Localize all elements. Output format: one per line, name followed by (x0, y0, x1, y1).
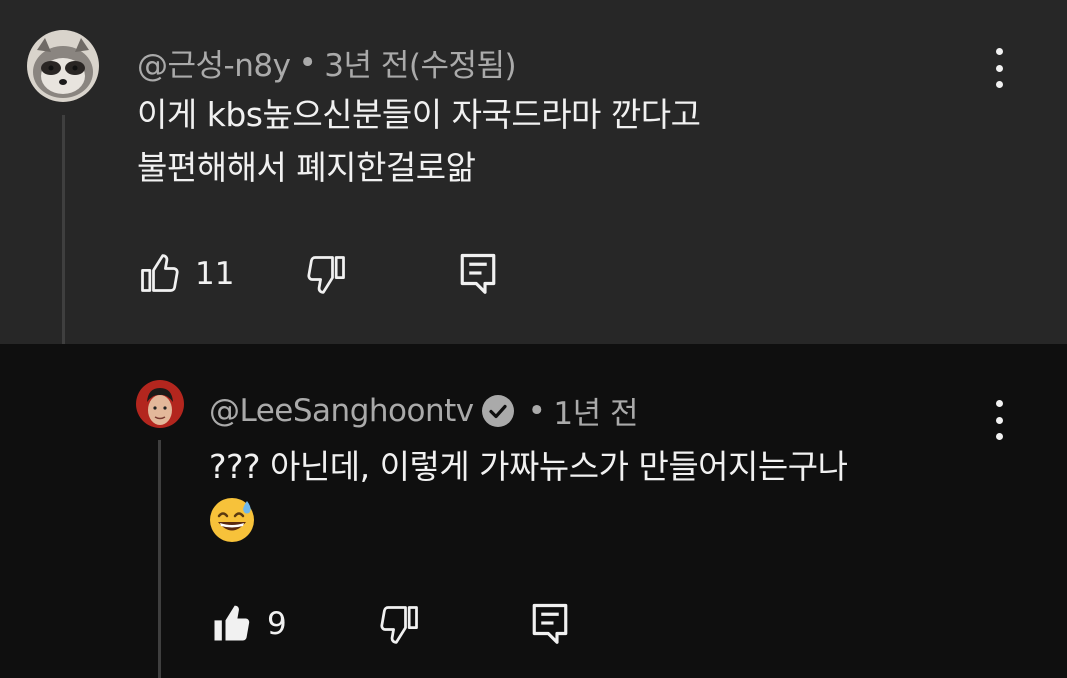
comment-text: 이게 kbs높으신분들이 자국드라마 깐다고 불편해해서 폐지한걸로앎 (137, 88, 701, 194)
reply-more-icon[interactable] (989, 400, 1009, 440)
reply-reply-button[interactable] (529, 600, 571, 646)
comment-meta: @근성-n8y • 3년 전(수정됨) (137, 40, 517, 85)
reply-author[interactable]: @LeeSanghoontv (209, 393, 474, 429)
reply-time: 1년 전 (553, 396, 639, 432)
comment-time: 3년 전(수정됨) (324, 48, 517, 84)
sweat-smile-emoji (209, 497, 847, 558)
reply-like-button[interactable]: 9 (209, 602, 287, 646)
reply-meta: @LeeSanghoontv • 1년 전 (209, 388, 639, 433)
dislike-button[interactable] (305, 252, 349, 296)
reply-icon (460, 253, 496, 294)
thumbs-down-outline-icon (380, 606, 418, 644)
meta-separator: • (298, 44, 317, 81)
thumbs-up-filled-icon (214, 605, 250, 641)
reply-icon (532, 603, 568, 644)
thumbs-down-outline-icon (307, 256, 345, 294)
comment-avatar[interactable] (27, 30, 99, 102)
comment-more-icon[interactable] (989, 48, 1009, 88)
reply-dislike-button[interactable] (378, 602, 422, 646)
verified-check-icon (481, 394, 514, 427)
comment-line: 불편해해서 폐지한걸로앎 (137, 148, 476, 187)
reply-text: ??? 아닌데, 이렇게 가짜뉴스가 만들어지는구나 (209, 440, 848, 558)
thread-line (62, 115, 65, 344)
creator-avatar-icon (136, 380, 184, 428)
reply-thread-line (158, 440, 161, 678)
reply-like-count: 9 (267, 606, 287, 642)
reply-button[interactable] (457, 250, 499, 296)
comment-line: 이게 kbs높으신분들이 자국드라마 깐다고 (137, 95, 701, 134)
meta-separator: • (527, 392, 546, 429)
comment-author[interactable]: @근성-n8y (137, 40, 291, 85)
reply-comment: @LeeSanghoontv • 1년 전 ??? 아닌데, 이렇게 가짜뉴스가… (0, 344, 1067, 678)
like-count: 11 (195, 256, 235, 292)
thumbs-up-outline-icon (141, 254, 179, 292)
reply-avatar[interactable] (136, 380, 184, 428)
reply-line: ??? 아닌데, 이렇게 가짜뉴스가 만들어지는구나 (209, 447, 848, 486)
like-button[interactable]: 11 (137, 252, 234, 296)
highlighted-comment: @근성-n8y • 3년 전(수정됨) 이게 kbs높으신분들이 자국드라마 깐… (0, 0, 1067, 344)
raccoon-avatar-icon (27, 30, 99, 102)
